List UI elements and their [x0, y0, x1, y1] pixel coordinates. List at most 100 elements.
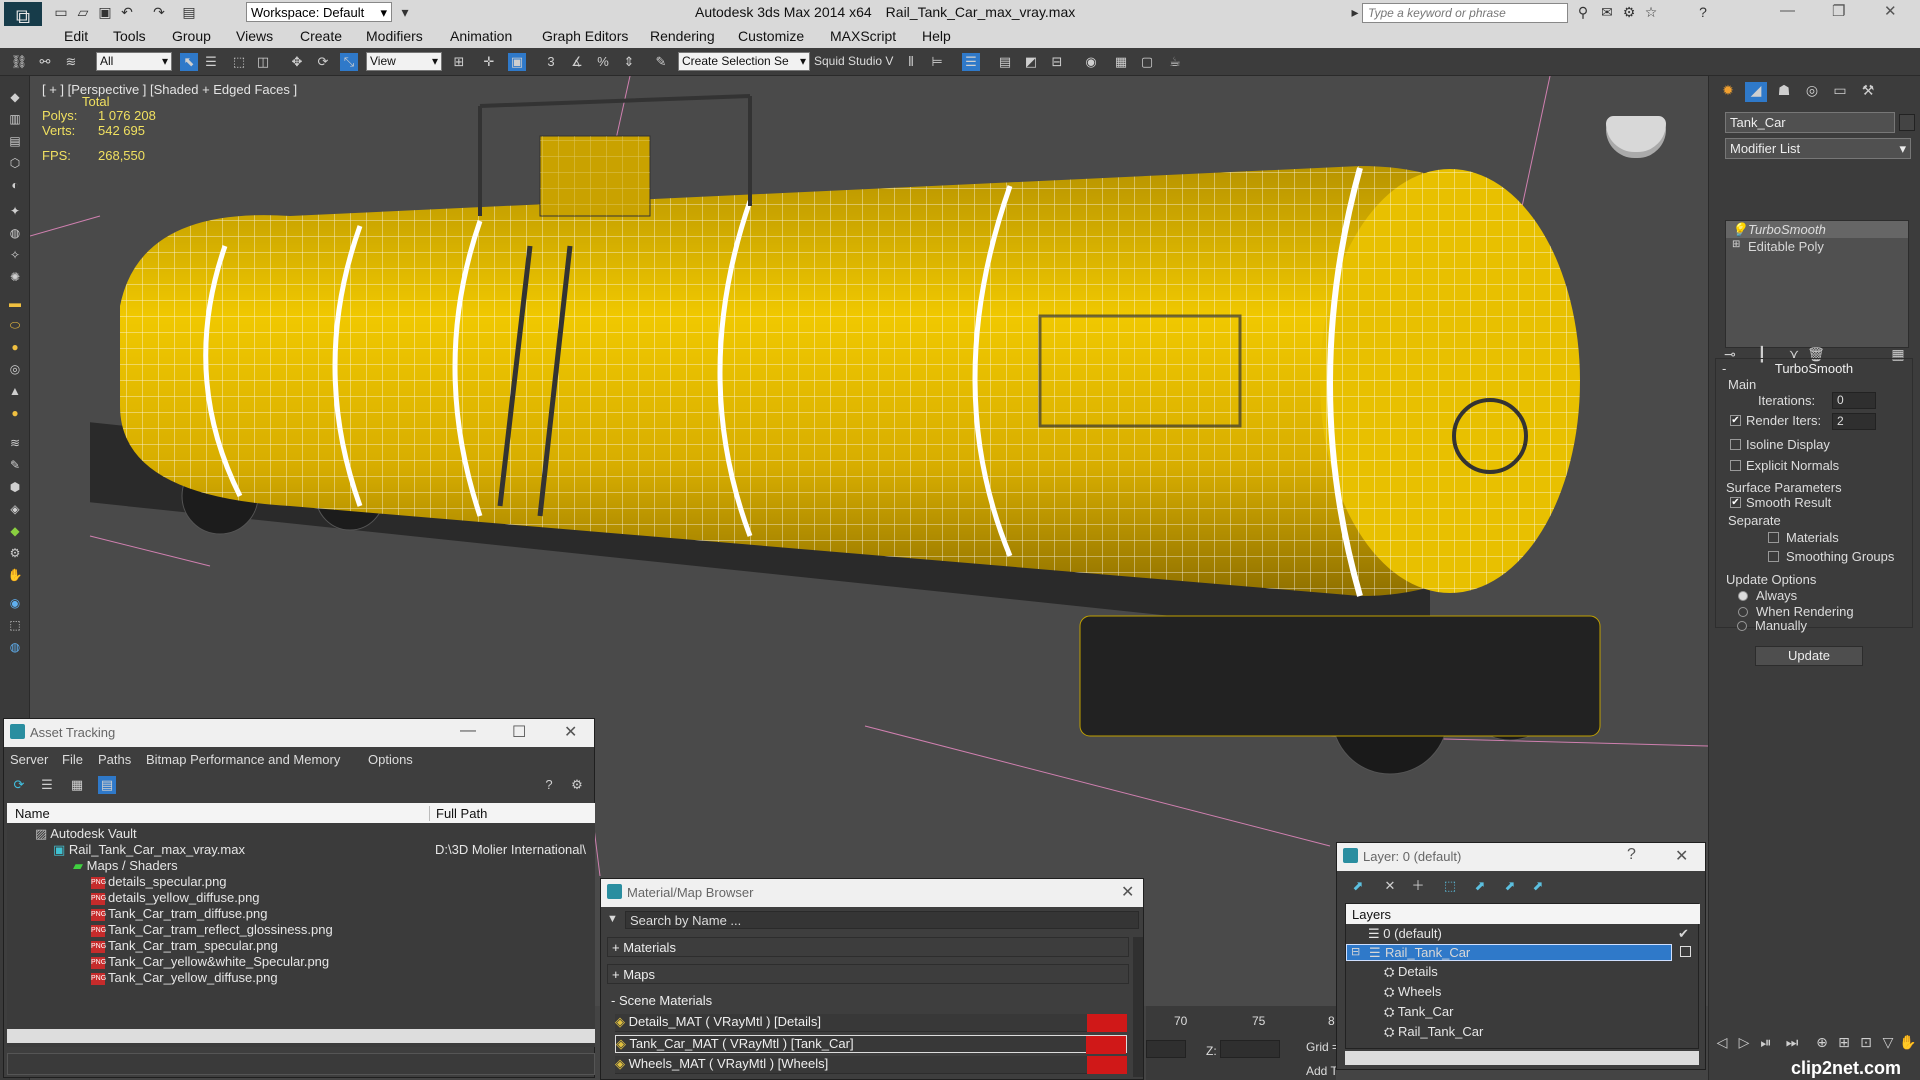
- tool-icon-23[interactable]: ◉: [6, 596, 24, 612]
- new-file-icon[interactable]: ▭: [52, 3, 70, 21]
- layer-hscrollbar[interactable]: [1345, 1051, 1699, 1065]
- browser-options-icon[interactable]: ▼: [607, 913, 618, 925]
- zoom-icon[interactable]: ⊕: [1811, 1034, 1833, 1054]
- menu-customize[interactable]: Customize: [738, 28, 804, 44]
- menu-graph-editors[interactable]: Graph Editors: [542, 28, 628, 44]
- turbosmooth-title[interactable]: TurboSmooth: [1716, 361, 1912, 376]
- layer-child-row[interactable]: ⛭ Details: [1384, 964, 1704, 981]
- vault-settings-icon[interactable]: ⚙: [568, 776, 586, 794]
- list-view-icon[interactable]: ☰: [38, 776, 56, 794]
- asset-file-row[interactable]: PNG Tank_Car_tram_specular.png: [91, 938, 278, 954]
- undo-icon[interactable]: ↶: [118, 3, 136, 21]
- align-icon[interactable]: ⊨: [928, 53, 946, 71]
- tool-icon-2[interactable]: ▥: [6, 112, 24, 128]
- menu-rendering[interactable]: Rendering: [650, 28, 715, 44]
- play-icon[interactable]: ▷: [1733, 1034, 1755, 1054]
- tool-icon-14[interactable]: ▲: [6, 384, 24, 400]
- render-teapot-icon[interactable]: ☕: [1166, 53, 1184, 71]
- isoline-checkbox[interactable]: [1730, 439, 1741, 450]
- rendered-frame-icon[interactable]: ▢: [1138, 53, 1156, 71]
- redo-icon[interactable]: ↷: [150, 3, 168, 21]
- keyword-search-input[interactable]: Type a keyword or phrase: [1362, 3, 1568, 23]
- layer-close-icon[interactable]: ✕: [1675, 846, 1688, 866]
- y-coord-field[interactable]: [1146, 1040, 1186, 1058]
- play-back-icon[interactable]: ◁: [1711, 1034, 1733, 1054]
- scene-materials-category[interactable]: - Scene Materials: [607, 991, 1129, 1011]
- create-tab-icon[interactable]: ✹: [1717, 82, 1739, 102]
- tool-icon-4[interactable]: ⬡: [6, 156, 24, 172]
- communication-icon[interactable]: ✉: [1598, 3, 1616, 21]
- menu-views[interactable]: Views: [236, 28, 273, 44]
- material-item[interactable]: ◈ Details_MAT ( VRayMtl ) [Details]: [615, 1014, 1127, 1032]
- selection-filter-dropdown[interactable]: All ▾: [96, 52, 172, 71]
- asset-file-row[interactable]: PNG Tank_Car_tram_reflect_glossiness.png: [91, 922, 333, 938]
- object-name-field[interactable]: Tank_Car: [1725, 112, 1895, 133]
- layer-selected-row[interactable]: ⊟ ☰ Rail_Tank_Car: [1346, 944, 1672, 961]
- graphite-tools-icon[interactable]: ▤: [996, 53, 1014, 71]
- display-tab-icon[interactable]: ▭: [1829, 82, 1851, 102]
- asset-file-row[interactable]: PNG Tank_Car_yellow&white_Specular.png: [91, 954, 329, 970]
- tool-icon-12[interactable]: ●: [6, 340, 24, 356]
- layer-window-header[interactable]: Layer: 0 (default) ? ✕: [1337, 843, 1705, 871]
- step-forward-icon[interactable]: ⏯: [1755, 1034, 1777, 1054]
- end-icon[interactable]: ⏭: [1781, 1034, 1803, 1054]
- viewport-label[interactable]: [ + ] [Perspective ] [Shaded + Edged Fac…: [42, 82, 297, 97]
- material-editor-icon[interactable]: ◉: [1082, 53, 1100, 71]
- field-of-view-icon[interactable]: ▽: [1877, 1034, 1899, 1054]
- workspace-dropdown[interactable]: Workspace: Default ▾: [246, 2, 392, 22]
- tool-icon-8[interactable]: ✧: [6, 248, 24, 264]
- unlink-icon[interactable]: ⚯: [36, 53, 54, 71]
- menu-animation[interactable]: Animation: [450, 28, 512, 44]
- add-time-tag[interactable]: Add T: [1306, 1064, 1338, 1078]
- freeze-all-icon[interactable]: ⬈: [1529, 877, 1547, 895]
- smooth-result-checkbox[interactable]: ✔: [1730, 497, 1741, 508]
- favorites-star-icon[interactable]: ☆: [1642, 3, 1660, 21]
- tool-icon-24[interactable]: ⬚: [6, 618, 24, 634]
- menu-create[interactable]: Create: [300, 28, 342, 44]
- material-search-input[interactable]: Search by Name ...: [625, 911, 1139, 929]
- menu-edit[interactable]: Edit: [64, 28, 88, 44]
- render-setup-icon[interactable]: ▦: [1112, 53, 1130, 71]
- tool-icon-13[interactable]: ◎: [6, 362, 24, 378]
- close-icon[interactable]: ✕: [1884, 2, 1897, 20]
- layer-child-row[interactable]: ⛭ Tank_Car: [1384, 1004, 1704, 1021]
- asset-menu-file[interactable]: File: [62, 752, 83, 767]
- angle-snap-icon[interactable]: ∡: [568, 53, 586, 71]
- materials-checkbox[interactable]: [1768, 532, 1779, 543]
- pivot-center-icon[interactable]: ⊞: [450, 53, 468, 71]
- tool-icon-7[interactable]: ◍: [6, 226, 24, 242]
- select-object-icon[interactable]: ⬉: [180, 53, 198, 71]
- open-file-icon[interactable]: ▱: [74, 3, 92, 21]
- mirror-icon[interactable]: ⫴: [902, 53, 920, 71]
- select-manipulate-icon[interactable]: ✛: [480, 53, 498, 71]
- delete-layer-icon[interactable]: ✕: [1381, 877, 1399, 895]
- new-layer-icon[interactable]: ⬈: [1349, 877, 1367, 895]
- asset-menu-paths[interactable]: Paths: [98, 752, 131, 767]
- asset-menu-bitmap[interactable]: Bitmap Performance and Memory: [146, 752, 340, 767]
- layer-child-row[interactable]: ⛭ Rail_Tank_Car: [1384, 1024, 1704, 1041]
- spinner-snap-icon[interactable]: ⇕: [620, 53, 638, 71]
- thumbnail-view-icon[interactable]: ▦: [68, 776, 86, 794]
- object-color-swatch[interactable]: [1899, 114, 1915, 131]
- tool-icon-15[interactable]: ●: [6, 406, 24, 422]
- layer-help-icon[interactable]: ?: [1627, 846, 1636, 864]
- tool-icon-1[interactable]: ◆: [6, 90, 24, 106]
- layer-child-row[interactable]: ⛭ Wheels: [1384, 984, 1704, 1001]
- hierarchy-tab-icon[interactable]: ☗: [1773, 82, 1795, 102]
- manually-radio[interactable]: [1737, 621, 1747, 631]
- window-crossing-icon[interactable]: ◫: [254, 53, 272, 71]
- materials-category[interactable]: + Materials: [607, 937, 1129, 957]
- project-folder-icon[interactable]: ▤: [180, 3, 198, 21]
- move-icon[interactable]: ✥: [288, 53, 306, 71]
- ref-coord-dropdown[interactable]: View ▾: [366, 52, 442, 71]
- z-coord-field[interactable]: [1220, 1040, 1280, 1058]
- collapse-icon[interactable]: ⊟: [1351, 945, 1360, 958]
- asset-maximize-icon[interactable]: ☐: [512, 722, 526, 742]
- maps-category[interactable]: + Maps: [607, 964, 1129, 984]
- utilities-tab-icon[interactable]: ⚒: [1857, 82, 1879, 102]
- maps-folder-row[interactable]: ▰ Maps / Shaders: [73, 858, 178, 874]
- render-iters-checkbox[interactable]: ✔: [1730, 415, 1741, 426]
- edit-named-selection-icon[interactable]: ✎: [652, 53, 670, 71]
- material-item[interactable]: ◈ Wheels_MAT ( VRayMtl ) [Wheels]: [615, 1056, 1127, 1074]
- zoom-all-icon[interactable]: ⊞: [1833, 1034, 1855, 1054]
